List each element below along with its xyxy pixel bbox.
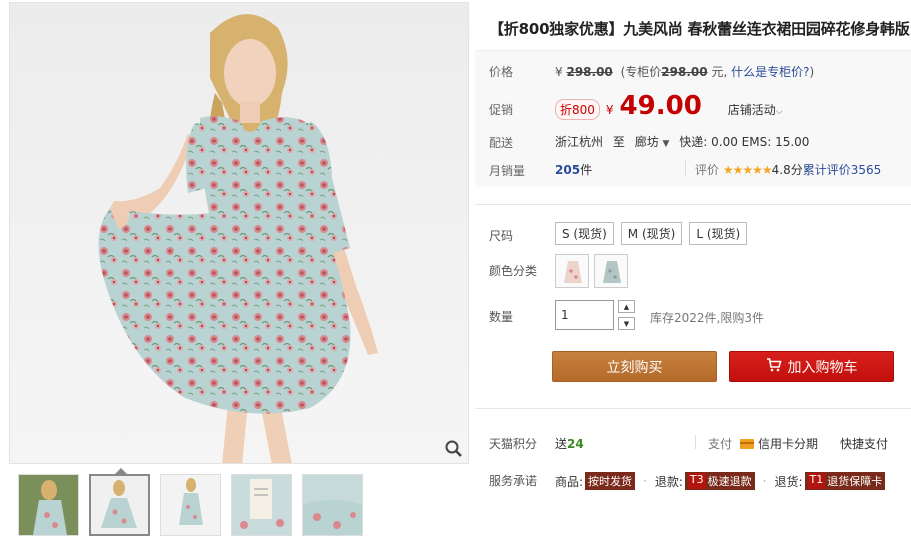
chevron-down-icon: ⌵ (775, 107, 783, 117)
shipping-fees: 快递: 0.00 EMS: 15.00 (679, 135, 810, 149)
payment-info: 支付 信用卡分期 快捷支付 (708, 435, 888, 452)
price-label: 价格 (489, 65, 514, 79)
rating-row: 评价 ★★★★★4.8分累计评价3565 (695, 161, 881, 178)
store-activity-dropdown[interactable]: 店铺活动⌵ (728, 101, 783, 118)
counter-price-help-link[interactable]: 什么是专柜价? (731, 65, 809, 79)
separator-dot: · (762, 474, 767, 488)
quick-pay-link[interactable]: 快捷支付 (840, 435, 888, 452)
service-code: T1 (807, 473, 826, 489)
sales-row: 205件 (555, 161, 592, 178)
counter-note-prefix: (专柜价 (620, 65, 662, 79)
dropdown-triangle-icon: ▼ (662, 139, 670, 149)
sales-label: 月销量 (489, 164, 526, 178)
service-prefix: 退款: (654, 474, 683, 489)
service-badge: 按时发货 (585, 472, 636, 490)
section-divider (475, 204, 911, 205)
buy-now-label: 立刻购买 (606, 359, 663, 376)
color-option-floral-pink[interactable] (555, 254, 589, 288)
close-paren: ) (809, 65, 815, 79)
credit-card-icon (740, 438, 755, 449)
counter-note-suffix: 元, (711, 65, 728, 79)
promo-price: 49.00 (619, 91, 702, 121)
original-price: 298.00 (566, 65, 613, 79)
shipping-row: 浙江杭州 至 廊坊 ▼ 快递: 0.00 EMS: 15.00 (555, 133, 809, 150)
color-option-floral-blue[interactable] (594, 254, 628, 288)
monthly-sales-count: 205 (555, 163, 581, 177)
magnifier-icon[interactable] (444, 439, 464, 459)
rating-label: 评价 (695, 163, 720, 177)
thumbnail-2[interactable] (89, 474, 150, 536)
service-text: 按时发货 (588, 475, 633, 488)
points-value: 24 (567, 437, 584, 451)
service-text: 退货保障卡 (827, 475, 883, 488)
add-to-cart-label: 加入购物车 (787, 359, 858, 376)
chevron-up-icon: ▲ (623, 302, 630, 311)
thumbnail-5[interactable] (302, 474, 363, 536)
currency-symbol: ¥ (555, 65, 563, 79)
separator-dot: · (643, 474, 647, 488)
color-label: 颜色分类 (489, 264, 538, 278)
thumbnail-1[interactable] (18, 474, 79, 536)
add-to-cart-button[interactable]: 加入购物车 (729, 351, 894, 382)
quantity-decrease-button[interactable]: ▼ (618, 317, 635, 330)
store-activity-label: 店铺活动 (727, 103, 776, 117)
color-options (555, 254, 628, 288)
buy-now-button[interactable]: 立刻购买 (552, 351, 717, 382)
original-price-row: ¥ 298.00 (专柜价298.00 元, 什么是专柜价?) (555, 63, 814, 80)
model-dress-illustration (98, 14, 378, 463)
quantity-increase-button[interactable]: ▲ (618, 300, 635, 313)
service-item-refund[interactable]: 退款: T3 极速退款 (655, 472, 755, 490)
promo-price-row: 折800 ¥49.00 店铺活动⌵ (555, 91, 783, 121)
ship-destination: 廊坊 (634, 135, 659, 149)
thumbnail-4[interactable] (231, 474, 292, 536)
service-item-return[interactable]: 退货: T1 退货保障卡 (774, 472, 886, 490)
thumbnail-strip (18, 474, 363, 536)
quantity-input[interactable] (555, 300, 614, 330)
sales-unit: 件 (580, 163, 593, 177)
pay-label: 支付 (708, 437, 733, 451)
service-label: 服务承诺 (489, 474, 538, 488)
chevron-down-icon: ▼ (623, 319, 630, 328)
service-prefix: 退货: (774, 474, 803, 489)
size-options: S (现货) M (现货) L (现货) (555, 222, 748, 245)
size-label: 尺码 (489, 229, 514, 243)
promo-currency-symbol: ¥ (605, 103, 614, 117)
cart-icon (766, 357, 782, 376)
ship-destination-select[interactable]: 廊坊 ▼ (635, 135, 670, 149)
service-code: T3 (687, 473, 706, 489)
review-count-link[interactable]: 累计评价3565 (803, 163, 882, 177)
rating-score: 4.8分 (771, 163, 803, 177)
service-badge: T3 极速退款 (684, 472, 755, 490)
counter-price: 298.00 (661, 65, 708, 79)
star-rating-icon: ★★★★★ (722, 163, 773, 177)
section-divider (475, 408, 911, 409)
main-product-image[interactable] (9, 2, 469, 464)
service-text: 极速退款 (707, 475, 752, 488)
divider (685, 161, 686, 175)
ship-from: 浙江杭州 (555, 135, 604, 149)
credit-installment-link[interactable]: 信用卡分期 (740, 435, 818, 452)
ship-to-word: 至 (612, 135, 625, 149)
service-prefix: 商品: (555, 474, 584, 489)
service-badge: T1 退货保障卡 (804, 472, 886, 490)
product-title: 【折800独家优惠】九美风尚 春秋蕾丝连衣裙田园碎花修身韩版 (489, 20, 910, 38)
thumbnail-3[interactable] (160, 474, 221, 536)
quantity-label: 数量 (489, 310, 514, 324)
shipping-label: 配送 (489, 136, 514, 150)
points-info: 送24 (555, 435, 584, 452)
service-promises: 商品: 按时发货 · 退款: T3 极速退款 · 退货: T1 退货保障卡 (555, 472, 893, 490)
price-panel: 价格 ¥ 298.00 (专柜价298.00 元, 什么是专柜价?) 促销 折8… (475, 50, 911, 187)
size-option-m[interactable]: M (现货) (620, 222, 683, 245)
points-prefix: 送 (555, 437, 568, 451)
stock-info: 库存2022件,限购3件 (650, 311, 764, 325)
divider (695, 435, 696, 449)
size-option-s[interactable]: S (现货) (555, 222, 614, 245)
size-option-l[interactable]: L (现货) (689, 222, 748, 245)
points-label: 天猫积分 (489, 437, 538, 451)
promo-label: 促销 (489, 103, 514, 117)
service-item-shipping[interactable]: 商品: 按时发货 (555, 472, 636, 490)
credit-installment-label: 信用卡分期 (758, 437, 819, 451)
promo-tag-badge: 折800 (555, 99, 600, 120)
